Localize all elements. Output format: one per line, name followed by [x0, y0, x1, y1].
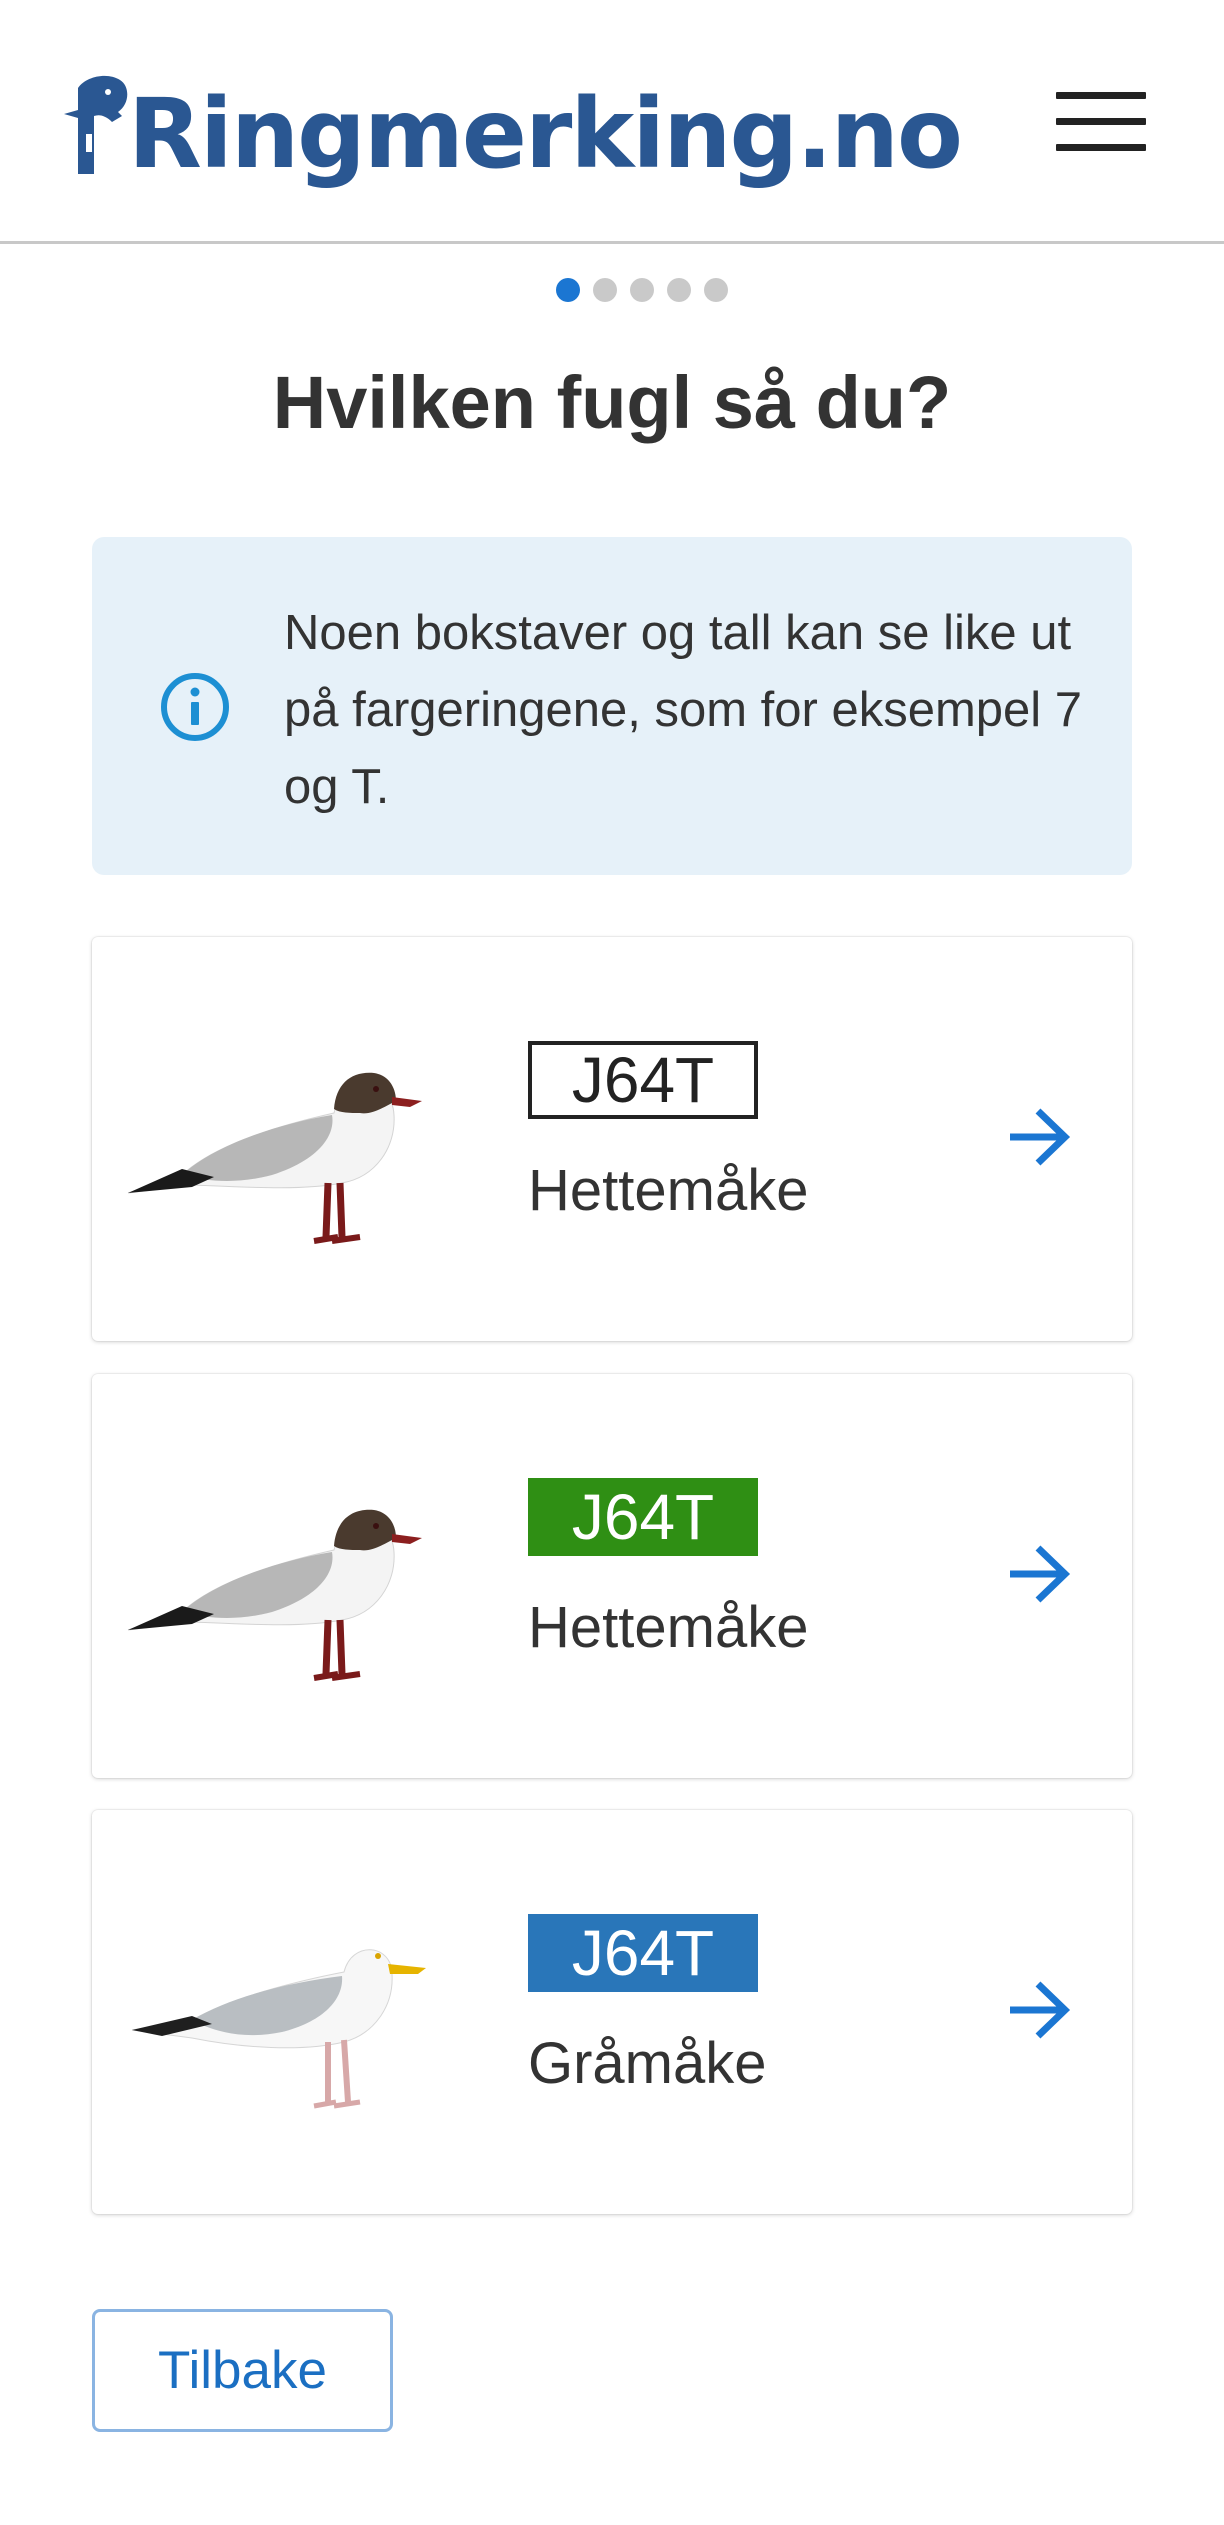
progress-dot: [630, 278, 654, 302]
black-headed-gull-image: [127, 1072, 422, 1244]
arrow-right-icon[interactable]: [1004, 1539, 1074, 1609]
result-card-hettemake-white[interactable]: J64T Hettemåke: [92, 937, 1132, 1341]
arrow-right-icon[interactable]: [1004, 1975, 1074, 2045]
ring-code: J64T: [528, 1914, 758, 1992]
progress-dot: [593, 278, 617, 302]
result-card-hettemake-green[interactable]: J64T Hettemåke: [92, 1374, 1132, 1778]
logo-text: Ringmerking.no: [128, 78, 963, 190]
info-box: Noen bokstaver og tall kan se like ut på…: [92, 537, 1132, 875]
arrow-right-icon[interactable]: [1004, 1102, 1074, 1172]
header: Ringmerking.no: [0, 0, 1224, 244]
logo-bird-icon: [64, 75, 128, 174]
info-icon: [161, 673, 229, 741]
herring-gull-image: [131, 1949, 426, 2109]
page-title: Hvilken fugl så du?: [272, 361, 952, 444]
ring-code: J64T: [528, 1041, 758, 1119]
logo[interactable]: Ringmerking.no: [64, 58, 963, 190]
progress-dot: [667, 278, 691, 302]
back-button[interactable]: Tilbake: [92, 2309, 393, 2432]
black-headed-gull-image: [127, 1509, 422, 1681]
result-card-gramake-blue[interactable]: J64T Gråmåke: [92, 1810, 1132, 2214]
species-name: Hettemåke: [528, 1158, 809, 1223]
progress-dots: [556, 278, 728, 302]
info-text: Noen bokstaver og tall kan se like ut på…: [284, 606, 1083, 814]
species-name: Gråmåke: [528, 2031, 767, 2096]
progress-dot: [704, 278, 728, 302]
ring-code: J64T: [528, 1478, 758, 1556]
hamburger-menu-icon[interactable]: [1048, 86, 1152, 158]
progress-dot-active: [556, 278, 580, 302]
species-name: Hettemåke: [528, 1595, 809, 1660]
